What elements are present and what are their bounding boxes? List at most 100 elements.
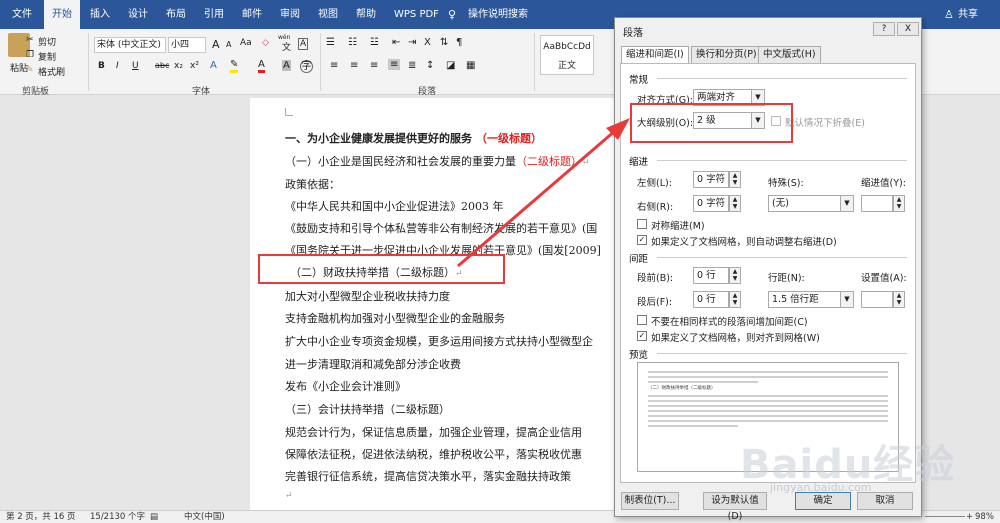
tab-indents-spacing[interactable]: 缩进和间距(I) <box>621 46 689 64</box>
zoom-in-icon[interactable]: + <box>966 511 973 523</box>
char-shading-icon[interactable]: A <box>282 60 291 71</box>
change-case-button[interactable]: Aa <box>240 38 252 48</box>
justify-icon[interactable]: ≡ <box>388 59 401 70</box>
no-space-checkbox[interactable] <box>637 315 647 325</box>
tell-me-search[interactable]: 操作说明搜索 <box>460 0 536 29</box>
language[interactable]: 中文(中国) <box>184 511 225 523</box>
set-default-button[interactable]: 设为默认值(D) <box>703 492 767 522</box>
increase-indent-icon[interactable]: ⇥ <box>408 37 416 48</box>
align-right-icon[interactable]: ≡ <box>370 60 378 71</box>
before-input[interactable]: 0 行 <box>693 267 729 284</box>
italic-button[interactable]: I <box>116 61 119 71</box>
indent-by-input[interactable] <box>861 195 893 212</box>
underline-button[interactable]: U <box>132 61 139 71</box>
at-spinner[interactable]: ▲ ▼ <box>893 291 905 308</box>
font-color-icon[interactable]: A <box>258 60 265 73</box>
left-indent-input[interactable]: 0 字符 <box>693 171 729 188</box>
sort-icon[interactable]: ⇅ <box>440 37 448 48</box>
doc-line[interactable]: 发布《小企业会计准则》 <box>285 378 406 394</box>
tab-home[interactable]: 开始 <box>44 0 80 30</box>
heading-level-2[interactable]: （三）会计扶持举措（二级标题） <box>285 401 450 417</box>
tab-wps-pdf[interactable]: WPS PDF <box>386 0 447 29</box>
tab-review[interactable]: 审阅 <box>272 0 308 29</box>
line-spacing-dropdown[interactable]: 1.5 倍行距 ▼ <box>768 291 854 308</box>
format-painter-button[interactable]: 格式刷 <box>38 65 65 78</box>
page-counter[interactable]: 第 2 页，共 16 页 <box>6 511 76 523</box>
auto-right-indent-label: 如果定义了文档网格，则自动调整右缩进(D) <box>651 237 837 248</box>
right-indent-input[interactable]: 0 字符 <box>693 195 729 212</box>
clear-format-icon[interactable]: ◇ <box>262 38 269 48</box>
special-dropdown[interactable]: (无) ▼ <box>768 195 854 212</box>
share-button[interactable]: 共享 <box>950 0 986 29</box>
tab-mailings[interactable]: 邮件 <box>234 0 270 29</box>
line-spacing-icon[interactable]: ↕ <box>426 60 434 71</box>
style-normal[interactable]: AaBbCcDd 正文 <box>540 35 594 75</box>
close-button[interactable]: X <box>897 22 919 36</box>
align-center-icon[interactable]: ≡ <box>350 60 358 71</box>
word-count[interactable]: 15/2130 个字 <box>90 511 145 523</box>
copy-button[interactable]: 复制 <box>38 50 56 63</box>
shrink-font-button[interactable]: A <box>226 40 231 49</box>
doc-line[interactable]: 规范会计行为，保证信息质量，加强企业管理，提高企业信用 <box>285 424 582 440</box>
enclosed-char-icon[interactable]: 字 <box>300 60 313 73</box>
at-input[interactable] <box>861 291 893 308</box>
zoom-slider[interactable] <box>925 516 965 517</box>
strikethrough-button[interactable]: abc <box>155 61 169 70</box>
line-spacing-label: 行距(N): <box>768 273 805 284</box>
doc-line[interactable]: 加大对小型微型企业税收扶持力度 <box>285 288 450 304</box>
doc-line[interactable]: 进一步清理取消和减免部分涉企收费 <box>285 356 461 372</box>
superscript-button[interactable]: x² <box>190 61 199 71</box>
doc-line[interactable]: 支持金融机构加强对小型微型企业的金融服务 <box>285 310 505 326</box>
shading-icon[interactable]: ◪ <box>446 60 455 71</box>
ok-button[interactable]: 确定 <box>795 492 851 510</box>
doc-line[interactable]: 保障依法征税，促进依法纳税，维护税收公平，落实税收优惠 <box>285 446 582 462</box>
bullets-icon[interactable]: ☰ <box>326 37 335 48</box>
numbering-icon[interactable]: ☷ <box>348 37 357 48</box>
char-border-icon[interactable]: A <box>298 38 309 50</box>
proofing-icon[interactable]: ▤ <box>150 511 158 523</box>
divider <box>657 353 907 354</box>
right-indent-spinner[interactable]: ▲ ▼ <box>729 195 741 212</box>
align-left-icon[interactable]: ≡ <box>330 60 338 71</box>
after-spinner[interactable]: ▲ ▼ <box>729 291 741 308</box>
text-effects-icon[interactable]: A <box>210 60 217 71</box>
zoom-level[interactable]: 98% <box>975 511 994 523</box>
bold-button[interactable]: B <box>98 61 105 71</box>
tab-help[interactable]: 帮助 <box>348 0 384 29</box>
style-sample: AaBbCcDd <box>543 42 591 52</box>
font-size-combo[interactable]: 小四 <box>168 37 206 53</box>
tab-file[interactable]: 文件 <box>4 0 40 29</box>
cut-button[interactable]: 剪切 <box>38 35 56 48</box>
grow-font-button[interactable]: A <box>212 38 220 51</box>
doc-line[interactable]: 完善银行征信系统，提高信贷决策水平，落实金融扶持政策 <box>285 468 571 484</box>
font-size-value: 小四 <box>171 40 190 50</box>
chevron-down-icon: ▼ <box>840 196 853 211</box>
tab-view[interactable]: 视图 <box>310 0 346 29</box>
help-button[interactable]: ? <box>873 22 895 36</box>
tab-layout[interactable]: 布局 <box>158 0 194 29</box>
indent-by-spinner[interactable]: ▲ ▼ <box>893 195 905 212</box>
highlight-icon[interactable]: ✎ <box>230 60 239 73</box>
tab-insert[interactable]: 插入 <box>82 0 118 29</box>
distributed-icon[interactable]: ≣ <box>408 60 416 71</box>
doc-line[interactable]: 扩大中小企业专项资金规模，更多运用间接方式扶持小型微型企 <box>285 333 593 349</box>
decrease-indent-icon[interactable]: ⇤ <box>392 37 400 48</box>
tabs-button[interactable]: 制表位(T)... <box>621 492 679 510</box>
show-marks-icon[interactable]: ¶ <box>456 37 462 48</box>
font-name-combo[interactable]: 宋体 (中文正文) <box>94 37 166 53</box>
cancel-button[interactable]: 取消 <box>857 492 913 510</box>
multilevel-list-icon[interactable]: ☳ <box>370 37 379 48</box>
doc-line[interactable]: 政策依据： <box>285 176 340 192</box>
left-indent-spinner[interactable]: ▲ ▼ <box>729 171 741 188</box>
tab-design[interactable]: 设计 <box>120 0 156 29</box>
subscript-button[interactable]: x₂ <box>174 61 183 71</box>
after-input[interactable]: 0 行 <box>693 291 729 308</box>
tab-references[interactable]: 引用 <box>196 0 232 29</box>
tab-line-page-breaks[interactable]: 换行和分页(P) <box>691 46 762 63</box>
preview-line <box>648 410 888 412</box>
chinese-layout-icon[interactable]: X <box>424 37 431 48</box>
before-spinner[interactable]: ▲ ▼ <box>729 267 741 284</box>
borders-icon[interactable]: ▦ <box>466 60 475 71</box>
snap-grid-checkbox[interactable]: ✓ <box>637 331 647 341</box>
tab-asian-typography[interactable]: 中文版式(H) <box>758 46 821 63</box>
